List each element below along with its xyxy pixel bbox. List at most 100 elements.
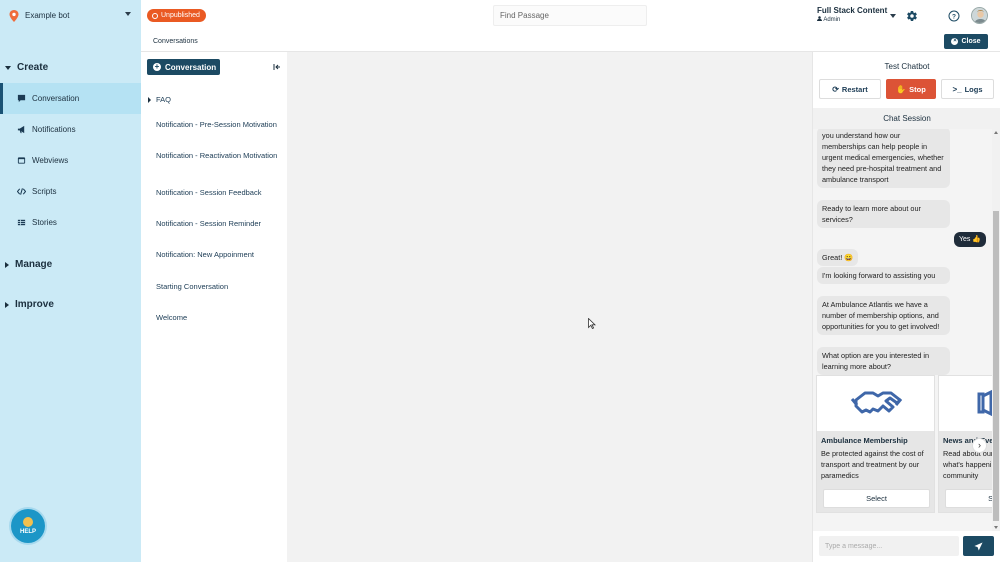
chevron-down-icon[interactable] [890,14,896,18]
account-role-label: Admin [823,17,841,23]
editor-canvas[interactable] [287,52,812,562]
sidebar-item-label: Stories [32,218,57,227]
card-select-button[interactable]: Select [823,489,930,508]
carousel-card: Ambulance Membership Be protected agains… [816,375,935,513]
chat-scrollbar[interactable] [992,129,1000,531]
conversation-item[interactable]: Welcome [156,312,281,323]
top-bar: Example bot Unpublished Full Stack Conte… [0,0,1000,31]
avatar-image [972,8,987,23]
bot-message: I'm looking forward to assisting you [817,267,950,284]
conversation-item[interactable]: Notification: New Appoinment [156,249,281,260]
logs-button[interactable]: >_ Logs [941,79,994,99]
conversation-item-label: Notification - Session Feedback [156,188,262,197]
conversation-item-label: Notification: New Appoinment [156,250,254,259]
chat-session-title: Chat Session [813,108,1000,129]
conversation-item-label: Starting Conversation [156,282,229,291]
browser-icon [17,157,26,164]
chevron-down-icon [125,12,131,16]
handshake-icon [850,391,903,414]
sidebar-item-webviews[interactable]: Webviews [0,145,141,176]
user-message: Yes 👍 [954,232,987,247]
close-button[interactable]: × Close [944,34,988,49]
message-input[interactable] [819,536,959,556]
sidebar-item-conversation[interactable]: Conversation [0,83,141,114]
sidebar-section-create[interactable]: Create [5,62,48,73]
breadcrumb[interactable]: Conversations [153,38,198,45]
conversation-item-label: Notification - Session Reminder [156,219,262,228]
gear-icon[interactable] [906,10,918,22]
scroll-down-icon[interactable] [994,526,998,529]
conversation-item[interactable]: Starting Conversation [156,281,281,292]
bot-message: At Ambulance Atlantis we have a number o… [817,296,950,335]
test-chatbot-title: Test Chatbot [884,62,930,71]
terminal-icon: >_ [952,84,962,94]
chevron-down-icon [5,65,11,70]
restart-label: Restart [841,84,868,94]
mouse-cursor-icon [588,318,596,329]
account-role: Admin [817,16,887,23]
collapse-panel-icon[interactable] [273,63,281,71]
help-avatar-icon [23,517,33,527]
code-icon [17,188,26,195]
user-icon [817,16,822,21]
send-icon [974,541,983,551]
sidebar-section-label: Improve [15,299,54,310]
account-menu[interactable]: Full Stack Content Admin [817,6,887,23]
chat-icon [17,94,26,103]
card-description: Read about our latest news and what's ha… [943,449,993,480]
plus-icon: + [153,62,161,71]
sidebar-item-label: Webviews [32,156,69,165]
stop-button[interactable]: ✋ Stop [886,79,936,99]
conversation-item[interactable]: Notification - Reactivation Motivation [156,150,281,161]
test-chatbot-panel: Test Chatbot ⟳ Restart ✋ Stop >_ Logs Ch… [812,52,1000,562]
status-badge-label: Unpublished [161,12,200,19]
sidebar-item-notifications[interactable]: Notifications [0,114,141,145]
search-input[interactable] [493,5,647,26]
sidebar-section-manage[interactable]: Manage [5,259,52,270]
sidebar: Create Conversation Notifications Webvie… [0,31,141,562]
conversation-item-label: Notification - Reactivation Motivation [156,151,278,160]
sidebar-section-label: Create [17,62,49,73]
chevron-right-icon [5,301,9,308]
conversation-item[interactable]: Notification - Session Feedback [156,187,281,198]
logs-label: Logs [964,84,983,94]
account-name: Full Stack Content [817,6,888,15]
bot-message: you understand how our memberships can h… [817,129,950,188]
news-icon [977,389,993,417]
carousel-next-button[interactable]: › [972,438,987,453]
conversation-panel: + Conversation FAQ Notification - Pre-Se… [141,52,287,562]
unpublished-icon [152,12,158,19]
bot-message: Ready to learn more about our services? [817,200,950,228]
sidebar-item-label: Conversation [32,94,80,103]
scroll-up-icon[interactable] [994,131,998,134]
stop-label: Stop [909,84,926,94]
help-button[interactable]: HELP [11,509,45,543]
sidebar-item-label: Notifications [32,125,76,134]
help-circle-icon[interactable]: ? [948,10,960,22]
restart-button[interactable]: ⟳ Restart [819,79,881,99]
sidebar-item-scripts[interactable]: Scripts [0,176,141,207]
card-title: Ambulance Membership [821,436,908,445]
svg-text:?: ? [952,13,956,20]
close-icon: × [951,38,959,45]
card-select-button[interactable]: Select [945,489,993,508]
sidebar-section-improve[interactable]: Improve [5,299,54,310]
conversation-item[interactable]: Notification - Session Reminder [156,218,281,229]
new-conversation-button[interactable]: + Conversation [147,59,220,75]
bot-selector[interactable]: Example bot [0,0,141,31]
chat-window[interactable]: you understand how our memberships can h… [813,129,993,531]
bot-name: Example bot [25,11,70,20]
help-label: HELP [19,529,36,535]
hand-icon: ✋ [896,84,907,94]
conversation-item[interactable]: Notification - Pre-Session Motivation [156,119,281,130]
status-badge[interactable]: Unpublished [147,9,206,22]
avatar[interactable] [971,7,988,24]
conversation-item-faq[interactable]: FAQ [148,94,281,105]
sidebar-item-stories[interactable]: Stories [0,207,141,238]
send-button[interactable] [963,536,994,556]
megaphone-icon [17,125,25,134]
location-pin-icon [9,9,19,22]
sidebar-item-label: Scripts [32,187,57,196]
scrollbar-thumb[interactable] [993,211,999,521]
conversation-item-label: Welcome [156,313,188,322]
